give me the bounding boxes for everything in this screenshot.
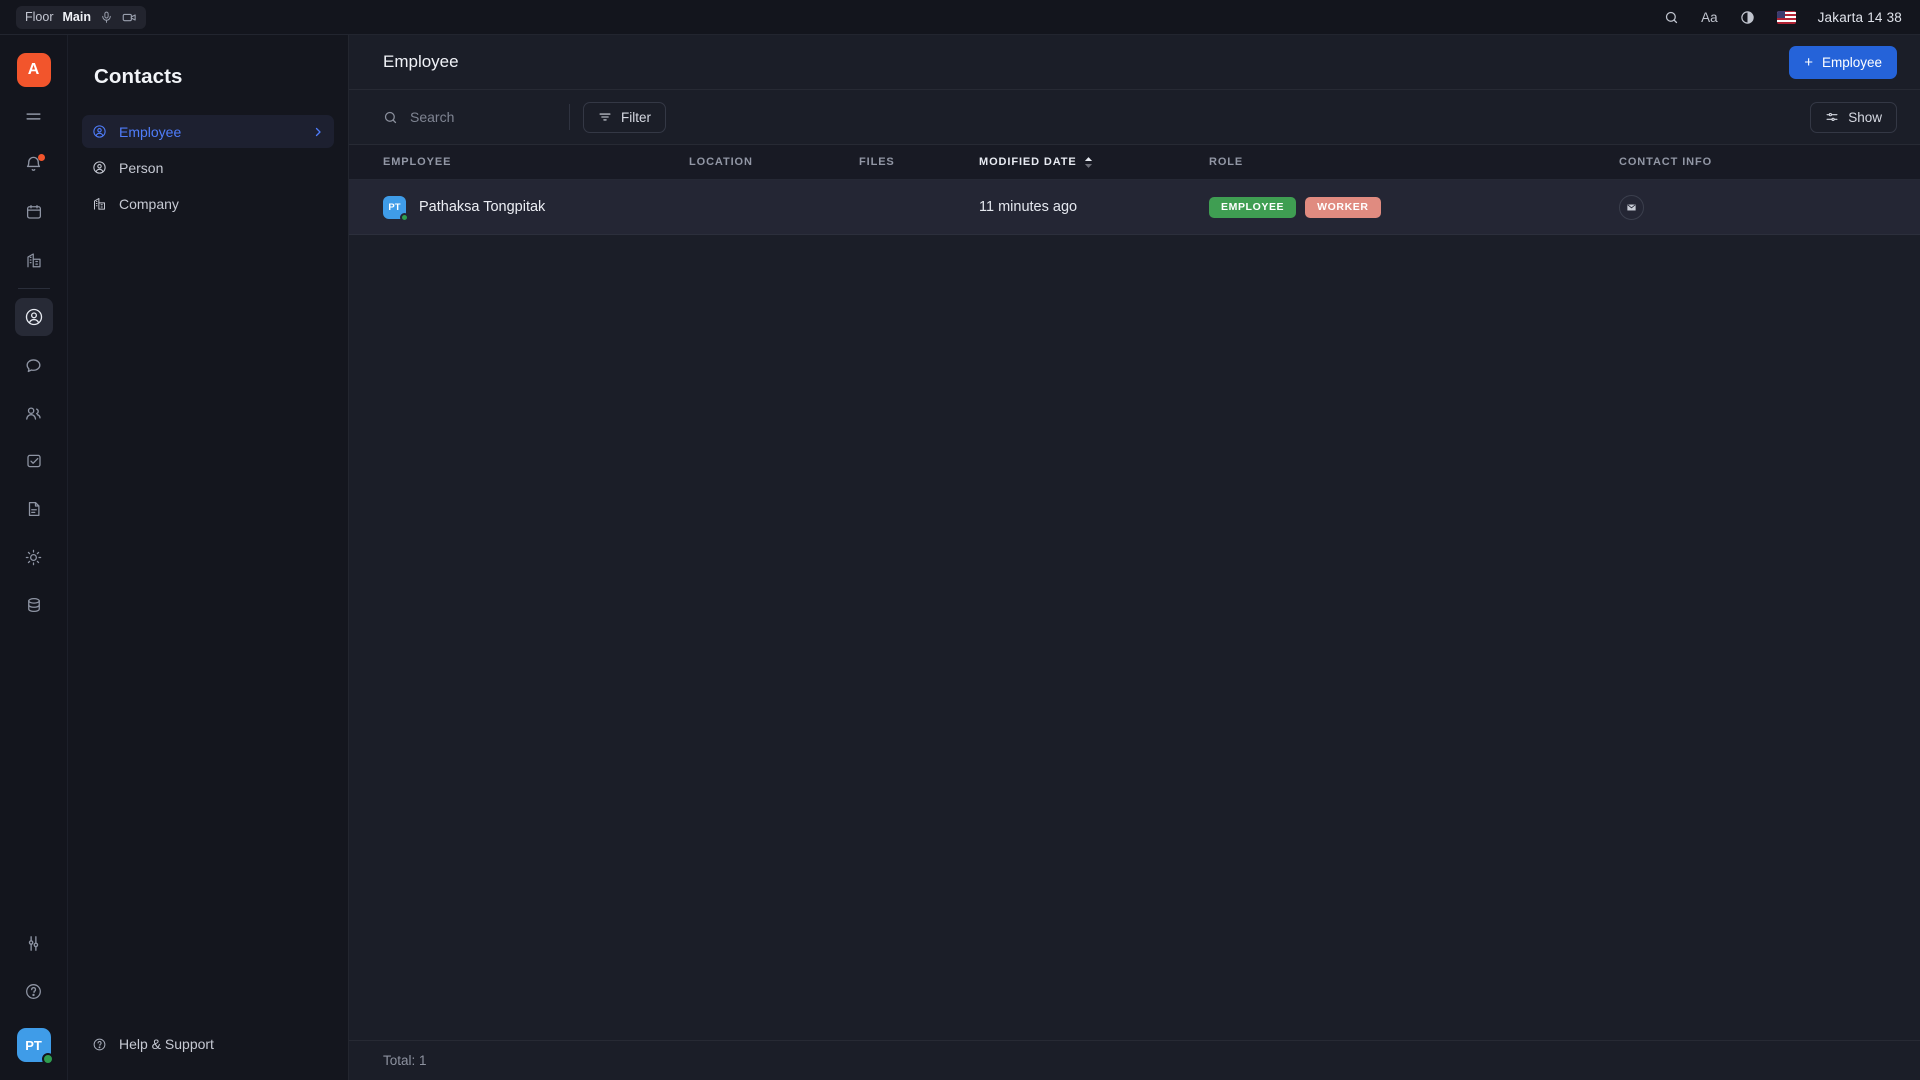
- sidebar-nav-list: Employee Person Company: [68, 115, 348, 223]
- total-count: Total: 1: [383, 1053, 427, 1068]
- show-columns-button[interactable]: Show: [1810, 101, 1897, 133]
- help-circle-icon: [92, 1037, 107, 1052]
- modified-date-text: 11 minutes ago: [979, 199, 1078, 215]
- show-label: Show: [1848, 109, 1882, 125]
- contrast-half-circle-icon[interactable]: [1740, 10, 1755, 25]
- rail-divider: [17, 288, 50, 289]
- employee-name[interactable]: Pathaksa Tongpitak: [419, 199, 545, 215]
- main-content: Employee + Employee Filter: [349, 35, 1920, 1080]
- floor-indicator[interactable]: Floor Main: [16, 5, 146, 29]
- sun-icon[interactable]: [15, 538, 53, 576]
- table-footer: Total: 1: [349, 1040, 1920, 1080]
- menu-icon[interactable]: [15, 97, 53, 135]
- filter-label: Filter: [621, 109, 651, 125]
- icon-rail: A PT: [0, 35, 68, 1080]
- column-header-role[interactable]: ROLE: [1209, 156, 1619, 168]
- search-icon: [383, 110, 398, 125]
- calendar-icon[interactable]: [15, 193, 53, 231]
- sidebar-item-employee[interactable]: Employee: [82, 115, 334, 148]
- sidebar-item-person[interactable]: Person: [82, 151, 334, 184]
- task-check-icon[interactable]: [15, 442, 53, 480]
- mail-icon[interactable]: [1619, 194, 1644, 220]
- page-title: Employee: [383, 52, 459, 71]
- search-input[interactable]: [410, 109, 560, 125]
- help-circle-icon[interactable]: [15, 972, 53, 1010]
- user-circle-icon: [92, 124, 107, 139]
- us-flag-icon[interactable]: [1776, 10, 1796, 24]
- presence-dot: [41, 1053, 54, 1065]
- sidebar-item-label: Company: [119, 195, 179, 212]
- column-header-modified-date-label: MODIFIED DATE: [979, 156, 1077, 168]
- column-header-contact-info[interactable]: CONTACT INFO: [1619, 156, 1839, 168]
- column-header-location[interactable]: LOCATION: [689, 156, 859, 168]
- video-camera-icon[interactable]: [122, 10, 137, 25]
- app-logo[interactable]: A: [16, 53, 51, 87]
- cell-contact-info: [1619, 194, 1839, 220]
- search-box[interactable]: [383, 109, 569, 125]
- table-row[interactable]: PT Pathaksa Tongpitak 11 minutes ago EMP…: [349, 180, 1920, 235]
- floor-value: Main: [62, 10, 91, 24]
- filter-button[interactable]: Filter: [583, 101, 666, 133]
- sidebar-item-contacts[interactable]: [14, 298, 53, 336]
- help-and-support-link[interactable]: Help & Support: [68, 1022, 348, 1066]
- filter-lines-icon: [598, 110, 612, 124]
- sidebar-title: Contacts: [94, 65, 183, 88]
- sidebar-item-label: Employee: [119, 123, 182, 140]
- cell-role: EMPLOYEE WORKER: [1209, 196, 1619, 218]
- sliders-icon: [1825, 110, 1839, 124]
- plus-icon: +: [1804, 53, 1813, 71]
- document-icon[interactable]: [15, 490, 53, 528]
- table-toolbar: Filter Show: [349, 90, 1920, 145]
- status-badge: WORKER: [1305, 196, 1381, 218]
- avatar-initials: PT: [388, 201, 401, 213]
- column-header-employee[interactable]: EMPLOYEE: [349, 156, 689, 168]
- microphone-icon[interactable]: [100, 11, 113, 24]
- toolbar-divider: [569, 104, 570, 130]
- cell-employee: PT Pathaksa Tongpitak: [349, 195, 689, 222]
- font-size-toggle[interactable]: Aa: [1701, 10, 1718, 25]
- main-header: Employee + Employee: [349, 35, 1920, 90]
- sidebar-item-label: Person: [119, 159, 164, 176]
- sidebar-item-company[interactable]: Company: [82, 187, 334, 220]
- user-avatar[interactable]: PT: [16, 1028, 54, 1065]
- notification-badge: [37, 154, 45, 161]
- search-icon[interactable]: [1664, 10, 1679, 25]
- floor-label: Floor: [25, 10, 54, 24]
- table-header-row: EMPLOYEE LOCATION FILES MODIFIED DATE RO…: [349, 145, 1920, 180]
- building-icon[interactable]: [15, 241, 53, 279]
- chat-bubble-icon[interactable]: [15, 346, 53, 384]
- top-bar: Floor Main Aa Jakarta 14 38: [0, 0, 1920, 35]
- cell-modified-date: 11 minutes ago: [979, 199, 1209, 215]
- table-body-empty-area: [349, 235, 1920, 1040]
- add-employee-button[interactable]: + Employee: [1789, 45, 1897, 79]
- presence-dot: [400, 212, 409, 222]
- people-icon[interactable]: [15, 394, 53, 432]
- user-avatar-initials: PT: [25, 1037, 42, 1053]
- user-circle-icon: [92, 160, 107, 175]
- sliders-icon[interactable]: [15, 924, 53, 962]
- status-badge: EMPLOYEE: [1209, 196, 1297, 218]
- bell-icon[interactable]: [15, 145, 53, 183]
- add-employee-label: Employee: [1821, 54, 1882, 70]
- building-icon: [92, 196, 107, 211]
- avatar: PT: [383, 195, 409, 222]
- database-icon[interactable]: [15, 586, 53, 624]
- top-bar-actions: Aa Jakarta 14 38: [1664, 10, 1902, 25]
- secondary-sidebar: Contacts Employee Person Company Help & …: [68, 35, 349, 1080]
- column-header-modified-date[interactable]: MODIFIED DATE: [979, 156, 1209, 168]
- column-header-files[interactable]: FILES: [859, 156, 979, 168]
- clock: Jakarta 14 38: [1817, 9, 1902, 25]
- sort-ascending-icon[interactable]: [1084, 156, 1093, 168]
- chevron-right-icon[interactable]: [312, 126, 324, 138]
- toolbar-right: Show: [1810, 101, 1897, 133]
- help-and-support-label: Help & Support: [119, 1036, 214, 1052]
